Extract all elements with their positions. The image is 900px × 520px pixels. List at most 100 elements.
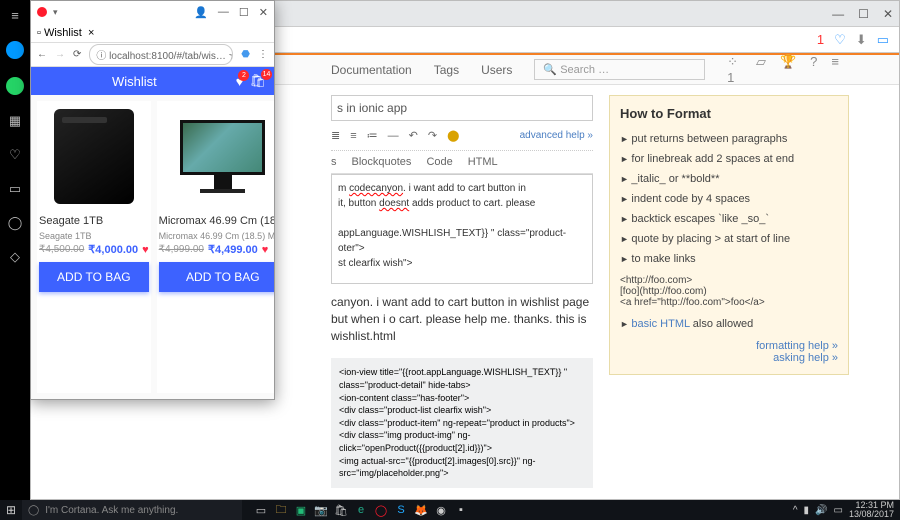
- shield-badge[interactable]: 1: [817, 32, 824, 47]
- chrome-icon[interactable]: ◉: [432, 502, 450, 518]
- inbox-icon[interactable]: ▱: [756, 54, 766, 85]
- wishlist-heart-icon[interactable]: ♥2: [236, 74, 244, 89]
- opera-icon: [37, 7, 47, 17]
- menu-icon[interactable]: ≡: [11, 8, 19, 23]
- basic-html-link[interactable]: basic HTML: [631, 318, 689, 330]
- opera-menu-icon[interactable]: ▾: [53, 7, 58, 18]
- opera-titlebar: ▾ 👤 — ☐ ✕: [31, 1, 274, 23]
- store-icon[interactable]: 🛍: [332, 502, 350, 518]
- minimize-icon[interactable]: —: [832, 7, 844, 21]
- tray-action-icon[interactable]: ▭: [834, 505, 843, 516]
- forward-icon[interactable]: →: [55, 49, 65, 60]
- editor-textarea[interactable]: m codecanyon. i want add to cart button …: [331, 174, 593, 284]
- reload-icon[interactable]: ⟳: [73, 49, 81, 60]
- camera-icon[interactable]: 📷: [312, 502, 330, 518]
- op-maximize-icon[interactable]: ☐: [239, 6, 249, 19]
- fav-icon[interactable]: ♥: [142, 244, 149, 256]
- rep-icon[interactable]: ⁘ 1: [727, 54, 742, 85]
- back-icon[interactable]: ←: [37, 49, 47, 60]
- product-sub: Seagate 1TB: [37, 231, 151, 241]
- subtab-blockquotes[interactable]: Blockquotes: [352, 156, 412, 168]
- howto-item: _italic_ or **bold**: [620, 169, 838, 189]
- messenger-icon[interactable]: [6, 41, 24, 59]
- nav-users[interactable]: Users: [481, 63, 512, 77]
- howto-title: How to Format: [620, 106, 838, 121]
- asking-help-link[interactable]: asking help »: [773, 352, 838, 364]
- subtab-code[interactable]: Code: [426, 156, 452, 168]
- price: ₹4,000.00: [88, 243, 138, 256]
- opera-tabrow: ▫ Wishlist ×: [31, 23, 274, 43]
- nav-tags[interactable]: Tags: [434, 63, 459, 77]
- howto-item: quote by placing > at start of line: [620, 229, 838, 249]
- howto-links-example: <http://foo.com> [foo](http://foo.com) <…: [620, 275, 838, 308]
- editor-subtabs: s Blockquotes Code HTML: [331, 151, 593, 174]
- tray-up-icon[interactable]: ^: [793, 505, 798, 516]
- whatsapp-icon[interactable]: [6, 77, 24, 95]
- cortana-input[interactable]: ◯ I'm Cortana. Ask me anything.: [22, 500, 242, 520]
- formatting-help-link[interactable]: formatting help »: [756, 340, 838, 352]
- question-title-input[interactable]: [331, 95, 593, 121]
- skype-icon[interactable]: S: [392, 502, 410, 518]
- nav-documentation[interactable]: Documentation: [331, 63, 412, 77]
- diamond-icon[interactable]: ◇: [10, 249, 20, 265]
- ul-icon[interactable]: ≣: [331, 129, 340, 142]
- terminal-icon[interactable]: ▪: [452, 502, 470, 518]
- clock[interactable]: 12:31 PM13/08/2017: [849, 501, 894, 519]
- fav-icon[interactable]: ♥: [262, 244, 269, 256]
- add-to-bag-button[interactable]: ADD TO BAG: [39, 262, 149, 292]
- op-ext-icon[interactable]: ⬣: [241, 49, 250, 60]
- product-sub: Micromax 46.99 Cm (18.5) M…: [157, 231, 274, 241]
- heart-icon[interactable]: ♡: [9, 147, 21, 163]
- heading-icon[interactable]: ≔: [367, 129, 378, 142]
- taskview-icon[interactable]: ▭: [252, 502, 270, 518]
- op-minimize-icon[interactable]: —: [218, 6, 229, 19]
- product-name: Seagate 1TB: [37, 211, 151, 231]
- folder-icon[interactable]: 🗀: [272, 502, 290, 518]
- grid-icon[interactable]: ▦: [9, 113, 21, 129]
- product-card[interactable]: Seagate 1TB Seagate 1TB ₹4,500.00 ₹4,000…: [37, 101, 151, 393]
- warn-icon[interactable]: ⬤: [447, 129, 459, 142]
- community-icon[interactable]: ≡: [831, 54, 839, 85]
- search-input[interactable]: 🔍 Search …: [534, 59, 705, 80]
- photos-icon[interactable]: ▣: [292, 502, 310, 518]
- add-to-bag-button[interactable]: ADD TO BAG: [159, 262, 274, 292]
- heart-url-icon[interactable]: ♡: [834, 32, 846, 48]
- old-price: ₹4,500.00: [39, 244, 84, 255]
- op-user-icon[interactable]: 👤: [194, 6, 208, 19]
- product-card[interactable]: Micromax 46.99 Cm (18… Micromax 46.99 Cm…: [157, 101, 274, 393]
- tray-volume-icon[interactable]: 🔊: [815, 505, 827, 516]
- op-more-icon[interactable]: ⋮: [258, 49, 268, 60]
- product-image-hdd: [54, 109, 134, 204]
- tray-network-icon[interactable]: ▮: [804, 505, 810, 516]
- undo-icon[interactable]: ↶: [409, 129, 418, 142]
- howto-item: to make links: [620, 249, 838, 269]
- editor-toolbar: ≣ ≡ ≔ — ↶ ↷ ⬤ advanced help »: [331, 121, 593, 151]
- bag-icon[interactable]: 🛍14: [249, 73, 266, 89]
- trophy-icon[interactable]: 🏆: [780, 54, 796, 85]
- app-title: Wishlist: [39, 74, 230, 89]
- subtab-s[interactable]: s: [331, 156, 337, 168]
- advanced-help-link[interactable]: advanced help »: [520, 130, 593, 141]
- subtab-html[interactable]: HTML: [468, 156, 498, 168]
- hr-icon[interactable]: —: [388, 130, 399, 142]
- opera-urlbar: ← → ⟳ ⓘ localhost:8100/#/tab/wis… ☆ ⬣ ⋮: [31, 43, 274, 67]
- so-sidebar: How to Format put returns between paragr…: [609, 95, 849, 488]
- start-button[interactable]: ⊞: [0, 503, 22, 517]
- firefox-icon[interactable]: 🦊: [412, 502, 430, 518]
- battery-icon[interactable]: ▭: [877, 32, 889, 48]
- maximize-icon[interactable]: ☐: [858, 7, 869, 21]
- opera-url-input[interactable]: ⓘ localhost:8100/#/tab/wis… ☆: [89, 44, 233, 65]
- opera-tb-icon[interactable]: ◯: [372, 502, 390, 518]
- op-close-icon[interactable]: ✕: [259, 6, 268, 19]
- download-icon[interactable]: ⬇: [856, 32, 867, 48]
- old-price: ₹4,999.00: [159, 244, 204, 255]
- edge-icon[interactable]: e: [352, 502, 370, 518]
- opera-tab[interactable]: ▫ Wishlist ×: [37, 27, 94, 39]
- circle-icon[interactable]: ◯: [8, 215, 23, 231]
- clipboard-icon[interactable]: ▭: [9, 181, 21, 197]
- help-icon[interactable]: ?: [810, 54, 817, 85]
- ol-icon[interactable]: ≡: [350, 130, 356, 142]
- close-icon[interactable]: ✕: [883, 7, 893, 21]
- so-main: ≣ ≡ ≔ — ↶ ↷ ⬤ advanced help » s Blockquo…: [331, 95, 593, 488]
- redo-icon[interactable]: ↷: [428, 129, 437, 142]
